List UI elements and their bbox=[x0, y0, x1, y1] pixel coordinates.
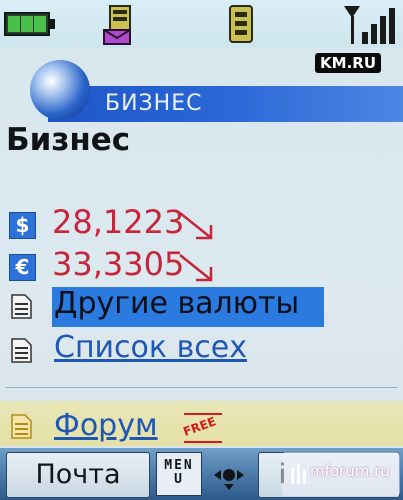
link-label: Форум bbox=[54, 408, 158, 443]
rate-row-eur[interactable]: € 33,3305 bbox=[0, 245, 403, 291]
sim-icon bbox=[229, 5, 253, 43]
banner-strip bbox=[48, 86, 403, 122]
watermark-logo-icon bbox=[291, 464, 306, 484]
battery-icon bbox=[4, 12, 55, 36]
document-icon bbox=[11, 294, 32, 319]
free-badge: FREE bbox=[181, 410, 224, 446]
rate-value-usd: 28,1223 bbox=[52, 203, 185, 241]
link-label: Список всех bbox=[54, 330, 247, 365]
trend-down-arrow-icon bbox=[179, 254, 213, 282]
mail-softkey-button[interactable]: Почта bbox=[6, 452, 150, 498]
status-bar bbox=[0, 0, 403, 48]
svg-text:FREE: FREE bbox=[182, 414, 218, 439]
dollar-icon: $ bbox=[9, 212, 36, 239]
page-title: Бизнес bbox=[6, 122, 131, 158]
link-list-all[interactable]: Список всех bbox=[0, 330, 403, 374]
euro-icon: € bbox=[9, 254, 36, 281]
message-icon bbox=[103, 5, 131, 45]
phone-screen: БИЗНЕС KM.RU Бизнес $ 28,1223 € 33,3305 … bbox=[0, 0, 403, 500]
free-badge-icon: FREE bbox=[181, 413, 222, 443]
menu-label: MENU bbox=[164, 458, 194, 487]
divider bbox=[6, 387, 397, 388]
header-banner: БИЗНЕС KM.RU bbox=[0, 50, 403, 122]
watermark-text: mforum.ru bbox=[310, 462, 390, 480]
link-label: Другие валюты bbox=[54, 286, 300, 321]
rate-value-eur: 33,3305 bbox=[52, 245, 185, 283]
globe-logo-icon bbox=[30, 60, 90, 120]
document-icon bbox=[11, 414, 32, 439]
navigation-joystick-icon[interactable] bbox=[208, 456, 250, 496]
document-icon bbox=[11, 338, 32, 363]
brand-badge: KM.RU bbox=[315, 53, 381, 73]
link-other-currencies[interactable]: Другие валюты bbox=[0, 286, 403, 330]
banner-title: БИЗНЕС bbox=[105, 91, 203, 116]
menu-button[interactable]: MENU bbox=[156, 452, 202, 496]
signal-icon bbox=[344, 6, 395, 44]
trend-down-arrow-icon bbox=[179, 212, 213, 240]
rate-row-usd[interactable]: $ 28,1223 bbox=[0, 203, 403, 247]
